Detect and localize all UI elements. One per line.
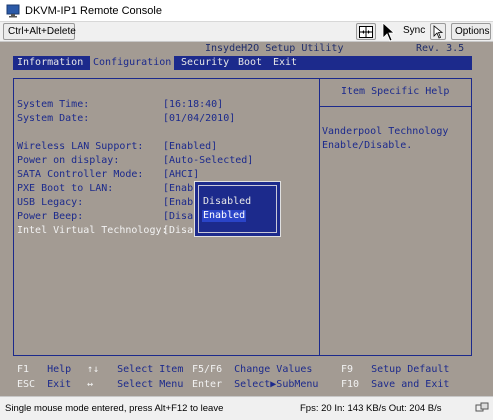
setting-value-system-date[interactable]: [01/04/2010] [163, 113, 235, 125]
setting-value-power-beep[interactable]: [Disa [163, 211, 193, 223]
legend-desc: Help [47, 364, 72, 375]
app-icon [6, 4, 20, 17]
popup-border [198, 185, 277, 233]
legend-desc: Select Menu [117, 379, 184, 390]
popup-option-disabled[interactable]: Disabled [202, 196, 252, 208]
setting-label-intel-vt: Intel Virtual Technology: [17, 225, 168, 236]
setting-label-system-time: System Time: [17, 99, 90, 110]
arrow-cursor-icon[interactable] [430, 23, 446, 40]
bios-revision: Rev. 3.5 [416, 43, 465, 54]
legend-item: F1 Help [17, 363, 71, 376]
setting-value-power-on-display[interactable]: [Auto-Selected] [163, 155, 253, 167]
popup-option-enabled[interactable]: Enabled [202, 210, 247, 222]
setting-label-usb-legacy: USB Legacy: [17, 197, 84, 208]
menu-exit[interactable]: Exit [270, 56, 300, 70]
status-message: Single mouse mode entered, press Alt+F12… [5, 403, 224, 414]
legend-item: ↔ Select Menu [87, 378, 183, 391]
setting-value-sata-mode[interactable]: [AHCI] [163, 169, 199, 181]
legend-desc: Select▶SubMenu [234, 379, 319, 390]
legend-item: ESC Exit [17, 378, 71, 391]
menu-configuration[interactable]: Configuration [90, 56, 175, 70]
legend-desc: Change Values [234, 364, 313, 375]
legend-key: Enter [192, 379, 223, 390]
console-toolbar: Ctrl+Alt+Delete Sync Options [0, 22, 493, 42]
setting-value-usb-legacy[interactable]: [Enab [163, 197, 193, 209]
legend-key: F1 [17, 364, 30, 375]
options-button[interactable]: Options [451, 23, 491, 40]
sync-button[interactable]: Sync [403, 25, 425, 36]
help-panel-title: Item Specific Help [341, 86, 450, 97]
legend-key: ESC [17, 379, 36, 390]
setting-label-pxe-boot: PXE Boot to LAN: [17, 183, 114, 194]
legend-item: F5/F6 Change Values [192, 363, 312, 376]
setting-label-power-beep: Power Beep: [17, 211, 84, 222]
legend-key: ↔ [87, 379, 94, 390]
help-divider [319, 78, 320, 356]
setting-value-intel-vt[interactable]: [Disa [163, 225, 193, 237]
bios-utility-name: InsydeH2O Setup Utility [205, 43, 344, 54]
legend-desc: Select Item [117, 364, 184, 375]
setting-value-wireless-lan[interactable]: [Enabled] [163, 141, 217, 153]
menu-security[interactable]: Security [178, 56, 232, 70]
bios-title-bar: InsydeH2O Setup Utility Rev. 3.5 [0, 42, 493, 56]
legend-key: F10 [341, 379, 360, 390]
help-text-line: Vanderpool Technology [322, 126, 449, 137]
menu-information[interactable]: Information [14, 56, 86, 70]
help-header-divider [320, 106, 471, 107]
help-text-line: Enable/Disable. [322, 140, 413, 151]
setting-value-pxe-boot[interactable]: [Enab [163, 183, 193, 195]
bios-screen[interactable]: InsydeH2O Setup Utility Rev. 3.5 Informa… [0, 42, 493, 396]
bios-menu-bar: Information Configuration Security Boot … [13, 56, 472, 70]
legend-desc: Exit [47, 379, 72, 390]
legend-desc: Save and Exit [371, 379, 450, 390]
keyboard-icon[interactable] [356, 23, 376, 40]
legend-desc: Setup Default [371, 364, 450, 375]
legend-item: F10 Save and Exit [341, 378, 449, 391]
legend-key: ↑↓ [87, 364, 100, 375]
setting-value-system-time[interactable]: [16:18:40] [163, 99, 223, 111]
mouse-cursor-icon[interactable] [382, 22, 398, 42]
legend-item: Enter Select▶SubMenu [192, 378, 318, 391]
key-legend: F1 Help ↑↓ Select Item F5/F6 Change Valu… [0, 360, 493, 396]
window-titlebar: DKVM-IP1 Remote Console [0, 0, 493, 22]
setting-label-wireless-lan: Wireless LAN Support: [17, 141, 144, 152]
legend-key: F5/F6 [192, 364, 223, 375]
window-title: DKVM-IP1 Remote Console [25, 4, 162, 17]
connection-stats: Fps: 20 In: 143 KB/s Out: 204 B/s [300, 403, 442, 414]
legend-item: F9 Setup Default [341, 363, 449, 376]
status-bar: Single mouse mode entered, press Alt+F12… [0, 396, 493, 420]
legend-item: ↑↓ Select Item [87, 363, 183, 376]
ctrl-alt-delete-button[interactable]: Ctrl+Alt+Delete [3, 23, 76, 40]
setting-label-sata-mode: SATA Controller Mode: [17, 169, 144, 180]
connection-icon [475, 402, 489, 412]
setting-label-power-on-display: Power on display: [17, 155, 120, 166]
setting-label-system-date: System Date: [17, 113, 90, 124]
legend-key: F9 [341, 364, 354, 375]
menu-boot[interactable]: Boot [235, 56, 265, 70]
option-popup: Disabled Enabled [194, 181, 281, 237]
